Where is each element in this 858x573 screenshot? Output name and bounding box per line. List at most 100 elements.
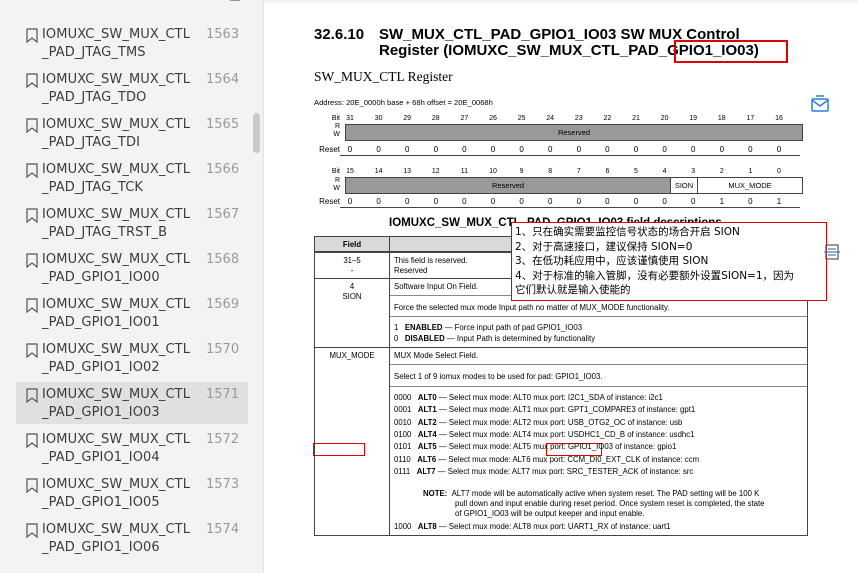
sidebar-item-label: IOMUXC_SW_MUX_CTL _PAD_JTAG_TMS bbox=[42, 26, 202, 62]
bit-cell: 9 bbox=[519, 168, 524, 175]
label-line2: _PAD_GPIO1_IO04 bbox=[42, 450, 160, 465]
mode-name: ALT6 bbox=[417, 454, 437, 464]
bookmark-icon bbox=[26, 253, 38, 269]
row2-desc1: Software Input On Field. bbox=[394, 282, 479, 291]
bit-cell: 0 bbox=[376, 197, 381, 206]
bit-cell: 5 bbox=[634, 168, 638, 175]
reset-divider bbox=[340, 207, 800, 208]
lower-reserved-label: Reserved bbox=[491, 181, 525, 190]
sidebar-item-7[interactable]: IOMUXC_SW_MUX_CTL _PAD_GPIO1_IO02 1570 bbox=[16, 337, 248, 379]
bit-cell: 0 bbox=[748, 145, 753, 154]
bit-cell: 0 bbox=[433, 197, 439, 206]
bit-cell: 28 bbox=[431, 115, 440, 122]
mode-code: 0001 bbox=[394, 405, 412, 415]
document-page: 32.6.10 SW_MUX_CTL_PAD_GPIO1_IO03 SW MUX… bbox=[264, 0, 858, 573]
bit-cell: 16 bbox=[775, 115, 783, 122]
mode-desc: — Select mux mode: ALT6 mux port: CCM_DI… bbox=[436, 454, 700, 464]
bookmark-icon bbox=[26, 433, 38, 449]
sidebar-item-8[interactable]: IOMUXC_SW_MUX_CTL _PAD_GPIO1_IO03 1571 bbox=[16, 382, 248, 424]
label-line2: _PAD_GPIO1_IO05 bbox=[42, 495, 160, 510]
sidebar-item-9[interactable]: IOMUXC_SW_MUX_CTL _PAD_GPIO1_IO04 1572 bbox=[16, 427, 248, 469]
bit-cell: 18 bbox=[717, 115, 726, 122]
section-number: 32.6.10 bbox=[314, 26, 365, 43]
mux-mode-alt1: 0001 ALT1 — Select mux mode: ALT1 mux po… bbox=[394, 405, 695, 415]
mode-code: 0000 bbox=[394, 393, 412, 402]
sidebar-top-divider bbox=[230, 0, 240, 1]
bit-cell: 10 bbox=[489, 168, 497, 175]
sidebar-item-label: IOMUXC_SW_MUX_CTL _PAD_JTAG_TDI bbox=[42, 116, 202, 152]
bookmark-icon bbox=[26, 478, 38, 494]
bit-cell: 0 bbox=[547, 145, 553, 154]
sidebar-item-page: 1574 bbox=[206, 522, 240, 537]
mail-share-icon[interactable] bbox=[809, 93, 831, 120]
sidebar-item-6[interactable]: IOMUXC_SW_MUX_CTL _PAD_GPIO1_IO01 1569 bbox=[16, 292, 248, 334]
mode-desc: — Select mux mode: ALT5 mux port: bbox=[436, 442, 568, 452]
mode-desc: — Select mux mode: ALT4 mux port: USDHC1… bbox=[436, 429, 695, 439]
label-line1: IOMUXC_SW_MUX_CTL bbox=[42, 387, 191, 402]
sidebar-item-10[interactable]: IOMUXC_SW_MUX_CTL _PAD_GPIO1_IO05 1573 bbox=[16, 472, 248, 514]
mode-code: 1000 bbox=[394, 522, 412, 531]
bit-cell: 0 bbox=[719, 145, 725, 154]
sidebar-item-2[interactable]: IOMUXC_SW_MUX_CTL _PAD_JTAG_TDI 1565 bbox=[16, 112, 248, 154]
label-line2: _PAD_GPIO1_IO02 bbox=[42, 360, 160, 375]
sidebar-item-page: 1566 bbox=[206, 162, 240, 177]
outline-sidebar: IOMUXC_SW_MUX_CTL _PAD_JTAG_TMS 1563 IOMUXC… bbox=[0, 0, 264, 573]
label-line2: _PAD_GPIO1_IO00 bbox=[42, 270, 160, 285]
option-code: 0 bbox=[394, 334, 399, 343]
document-scan-icon[interactable] bbox=[822, 242, 842, 267]
bit-cell: 1 bbox=[719, 197, 725, 206]
sidebar-item-label: IOMUXC_SW_MUX_CTL _PAD_JTAG_TDO bbox=[42, 71, 202, 107]
row1-field-sub: - bbox=[350, 266, 354, 275]
bit-cell: 8 bbox=[548, 168, 553, 175]
bit-cell: 0 bbox=[605, 145, 610, 154]
bookmark-icon bbox=[26, 73, 38, 89]
mode-code: 0101 bbox=[394, 442, 412, 452]
row2-desc2: Force the selected mux mode Input path n… bbox=[394, 303, 670, 312]
bit-cell: 0 bbox=[605, 197, 610, 206]
sidebar-item-label: IOMUXC_SW_MUX_CTL _PAD_JTAG_TCK bbox=[42, 161, 202, 197]
upper-reserved-field: Reserved bbox=[345, 124, 803, 141]
bit-cell: 26 bbox=[489, 115, 497, 122]
sidebar-item-11[interactable]: IOMUXC_SW_MUX_CTL _PAD_GPIO1_IO06 1574 bbox=[16, 517, 248, 559]
mode-desc: — Select mux mode: ALT8 mux port: UART1_… bbox=[436, 522, 671, 531]
bit-cell: 0 bbox=[690, 145, 696, 154]
bit-cell: 19 bbox=[689, 115, 698, 122]
sidebar-item-0[interactable]: IOMUXC_SW_MUX_CTL _PAD_JTAG_TMS 1563 bbox=[16, 22, 248, 64]
label-line2: _PAD_GPIO1_IO06 bbox=[42, 540, 160, 555]
sidebar-item-page: 1568 bbox=[206, 252, 240, 267]
label-line2: _PAD_JTAG_TRST_B bbox=[42, 225, 168, 240]
label-line1: IOMUXC_SW_MUX_CTL bbox=[42, 342, 191, 357]
alt5-highlight-box bbox=[313, 443, 365, 456]
bit-cell: 2 bbox=[719, 168, 724, 175]
bit-cell: 0 bbox=[462, 145, 467, 154]
bit-cell: 21 bbox=[632, 115, 640, 122]
label-line1: IOMUXC_SW_MUX_CTL bbox=[42, 162, 191, 177]
bit-cell: 0 bbox=[576, 145, 582, 154]
sidebar-item-label: IOMUXC_SW_MUX_CTL _PAD_GPIO1_IO04 bbox=[42, 431, 202, 467]
mux-mode-alt7: 0111 ALT7 — Select mux mode: ALT7 mux po… bbox=[394, 467, 693, 477]
sidebar-item-1[interactable]: IOMUXC_SW_MUX_CTL _PAD_JTAG_TDO 1564 bbox=[16, 67, 248, 109]
sidebar-item-4[interactable]: IOMUXC_SW_MUX_CTL _PAD_JTAG_TRST_B 1567 bbox=[16, 202, 248, 244]
bit-cell: 6 bbox=[605, 168, 610, 175]
mode-name: ALT7 bbox=[416, 466, 436, 476]
label-line1: IOMUXC_SW_MUX_CTL bbox=[42, 522, 191, 537]
mode-desc: of instance: gpio1 bbox=[613, 442, 677, 452]
bit-cell: 4 bbox=[662, 168, 667, 175]
sidebar-scrollbar[interactable] bbox=[253, 113, 260, 153]
mode-name: ALT4 bbox=[417, 429, 437, 439]
option-desc: — Force input path of pad GPIO1_IO03 bbox=[442, 323, 583, 332]
sidebar-item-label: IOMUXC_SW_MUX_CTL _PAD_GPIO1_IO00 bbox=[42, 251, 202, 287]
sidebar-item-3[interactable]: IOMUXC_SW_MUX_CTL _PAD_JTAG_TCK 1566 bbox=[16, 157, 248, 199]
bit-cell: 0 bbox=[519, 145, 524, 154]
note-label: NOTE: bbox=[423, 489, 448, 498]
sion-field: SION bbox=[670, 177, 698, 194]
bit-cell: 0 bbox=[633, 145, 639, 154]
bit-cell: 0 bbox=[519, 197, 524, 206]
sidebar-item-label: IOMUXC_SW_MUX_CTL _PAD_GPIO1_IO05 bbox=[42, 476, 202, 512]
note-line3: of GPIO1_IO03 will be output keeper and … bbox=[455, 509, 645, 518]
sub-divider bbox=[390, 316, 807, 317]
mode-code: 0111 bbox=[394, 466, 411, 476]
mode-code: 0100 bbox=[394, 429, 412, 439]
bookmark-icon bbox=[26, 118, 38, 134]
sidebar-item-5[interactable]: IOMUXC_SW_MUX_CTL _PAD_GPIO1_IO00 1568 bbox=[16, 247, 248, 289]
